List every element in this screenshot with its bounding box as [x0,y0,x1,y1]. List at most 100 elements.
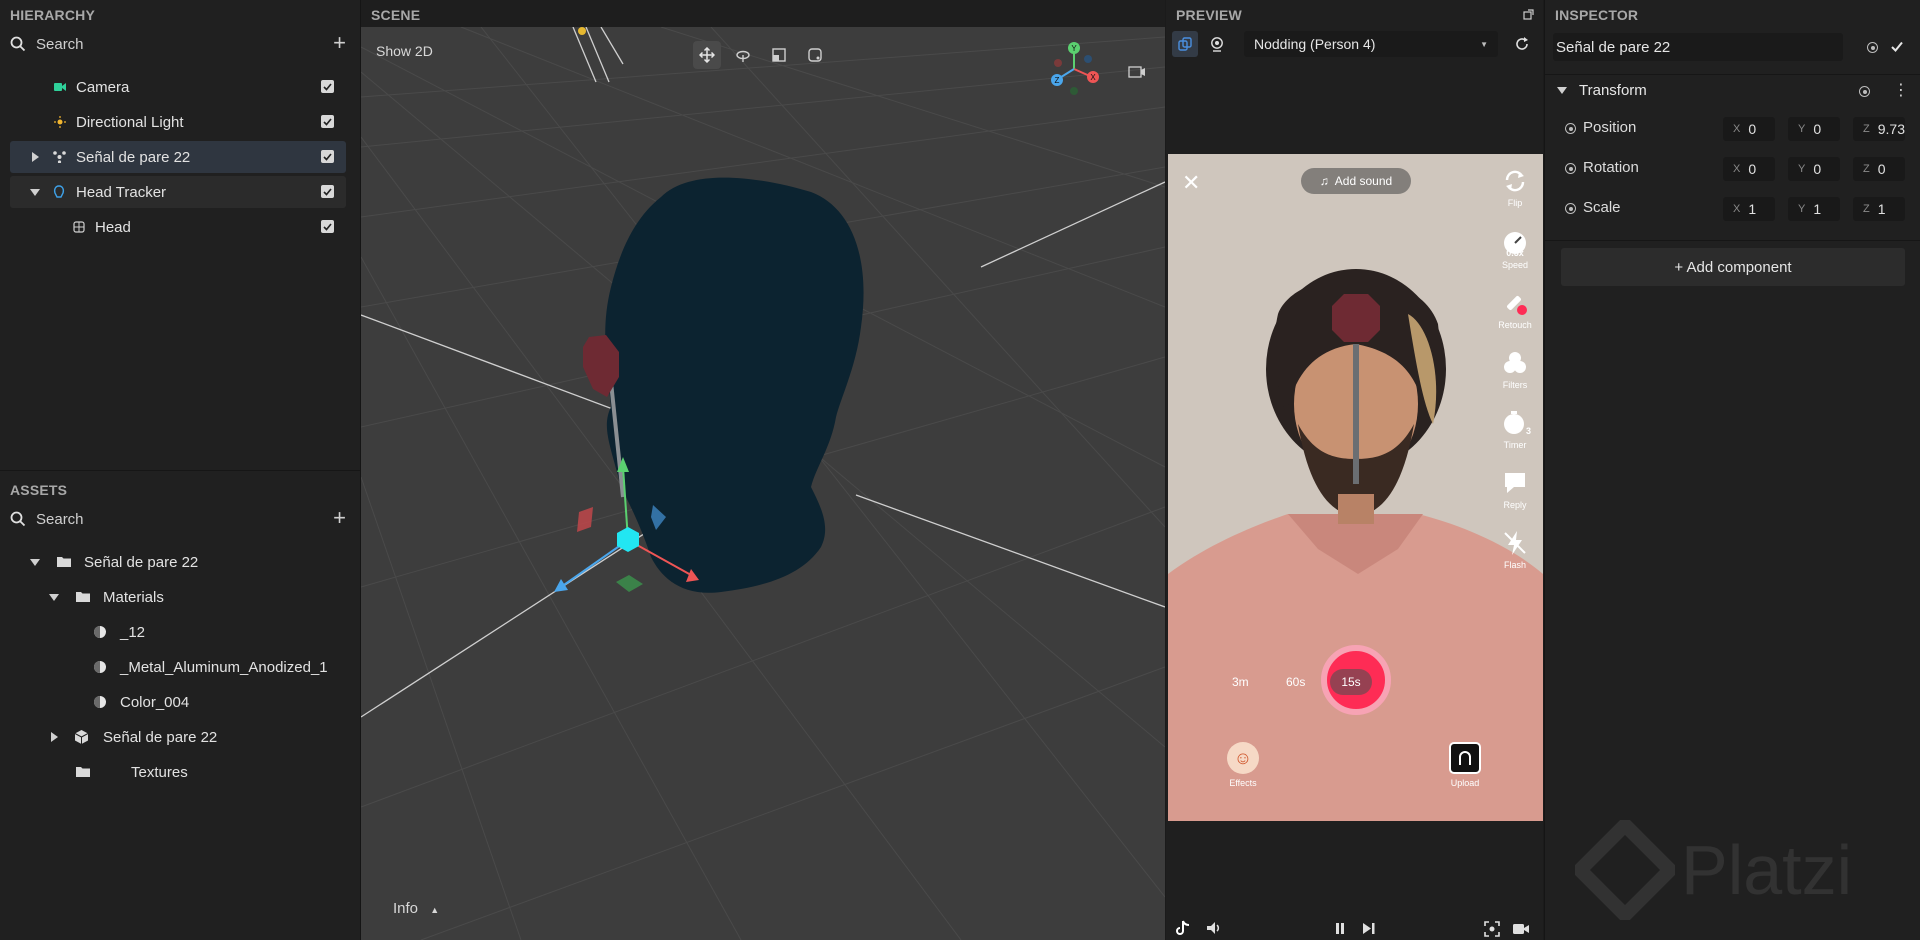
expand-arrow-icon[interactable] [51,732,58,742]
visibility-checkbox[interactable] [321,185,334,198]
assets-search[interactable]: Search + [10,506,350,532]
scale-y-value: 1 [1813,201,1822,217]
refresh-icon[interactable] [1514,36,1530,52]
add-object-button[interactable]: + [333,31,346,55]
asset-folder-textures[interactable]: Textures [10,756,346,788]
transform-target-icon[interactable] [1859,86,1870,97]
hierarchy-search[interactable]: Search + [10,31,350,57]
speed-badge: 0.5x [1506,248,1524,258]
visibility-checkbox[interactable] [321,220,334,233]
move-tool-button[interactable] [693,41,721,69]
screenshot-icon[interactable] [1484,921,1500,937]
more-options-icon[interactable]: ⋮ [1893,80,1909,100]
object-name-field[interactable]: Señal de pare 22 [1553,33,1843,61]
expand-arrow-icon[interactable] [32,152,39,162]
hierarchy-search-input[interactable]: Search [36,36,84,53]
preview-video-value: Nodding (Person 4) [1254,36,1376,52]
rotation-y-input[interactable]: Y0 [1788,157,1840,181]
transform-header[interactable]: Transform [1555,74,1909,106]
hierarchy-item-label: Camera [76,78,130,96]
filters-control[interactable]: Filters [1495,350,1535,390]
retouch-label: Retouch [1498,320,1532,330]
info-toggle[interactable]: Info ▲ [393,900,439,917]
hierarchy-item-head-tracker[interactable]: Head Tracker [10,176,346,208]
hierarchy-item-head[interactable]: Head [10,211,346,243]
add-asset-button[interactable]: + [333,506,346,530]
scale-z-input[interactable]: Z1 [1853,197,1905,221]
scale-x-input[interactable]: X1 [1723,197,1775,221]
collapse-arrow-icon[interactable] [30,559,40,566]
asset-material-metal[interactable]: _Metal_Aluminum_Anodized_1 [10,651,346,683]
preview-video-dropdown[interactable]: Nodding (Person 4) ▼ [1244,31,1498,57]
transform-label: Transform [1579,81,1647,99]
asset-material-12[interactable]: _12 [10,616,346,648]
retouch-control[interactable]: Retouch [1495,290,1535,330]
stop-sign-preview [1332,294,1380,342]
duration-15s[interactable]: 15s [1330,669,1372,695]
check-icon [323,152,332,161]
asset-folder-materials[interactable]: Materials [10,581,346,613]
position-y-input[interactable]: Y0 [1788,117,1840,141]
show-2d-toggle[interactable]: Show 2D [376,43,433,59]
pause-icon[interactable] [1334,922,1346,935]
simulator-mode-button[interactable] [1172,31,1198,57]
camera-view-icon[interactable] [1128,65,1146,79]
asset-folder-senal-de-pare[interactable]: Señal de pare 22 [10,546,346,578]
scene-grid [361,27,1165,940]
hierarchy-item-directional-light[interactable]: Directional Light [10,106,346,138]
position-x-input[interactable]: X0 [1723,117,1775,141]
asset-material-color-004[interactable]: Color_004 [10,686,346,718]
scene-viewport[interactable]: Show 2D Y X Z Info ▲ [361,27,1165,940]
model-cube-icon [75,730,88,744]
check-icon [323,187,332,196]
hierarchy-title: HIERARCHY [10,7,96,23]
rotate-tool-button[interactable] [729,41,757,69]
visibility-checkbox[interactable] [321,80,334,93]
material-icon [94,661,106,673]
collapse-arrow-icon[interactable] [1557,86,1567,94]
visibility-checkbox[interactable] [321,150,334,163]
hierarchy-item-camera[interactable]: Camera [10,71,346,103]
rect-tool-button[interactable] [801,41,829,69]
record-video-icon[interactable] [1512,922,1530,936]
reply-control[interactable]: Reply [1495,470,1535,510]
duration-60s[interactable]: 60s [1286,675,1305,689]
duration-3m[interactable]: 3m [1232,675,1249,689]
rotate-icon [736,50,750,62]
upload-button[interactable]: Upload [1440,742,1490,788]
add-component-button[interactable]: + Add component [1561,248,1905,286]
tiktok-icon[interactable] [1176,920,1190,936]
asset-label: Textures [131,763,188,781]
enable-check-icon[interactable] [1891,41,1903,52]
hierarchy-item-senal-de-pare[interactable]: Señal de pare 22 [10,141,346,173]
webcam-mode-button[interactable] [1204,31,1230,57]
scale-y-input[interactable]: Y1 [1788,197,1840,221]
scene-panel: SCENE Show 2D Y X Z Info ▲ [361,0,1165,940]
effects-button[interactable]: ☺ Effects [1218,742,1268,788]
speed-control[interactable]: 0.5x Speed [1495,230,1535,270]
scale-tool-button[interactable] [765,41,793,69]
asset-model-senal-de-pare[interactable]: Señal de pare 22 [10,721,346,753]
popout-icon[interactable] [1523,9,1534,20]
layer-target-icon[interactable] [1867,42,1878,53]
add-sound-button[interactable]: ♫ Add sound [1301,168,1411,194]
rotation-x-input[interactable]: X0 [1723,157,1775,181]
asset-label: Señal de pare 22 [103,728,218,746]
timer-control[interactable]: 3 Timer [1495,410,1535,450]
flash-control[interactable]: Flash [1495,530,1535,570]
position-z-input[interactable]: Z 9.73 [1853,117,1905,141]
rotation-z-input[interactable]: Z0 [1853,157,1905,181]
check-icon [323,117,332,126]
collapse-arrow-icon[interactable] [49,594,59,601]
inspector-panel: INSPECTOR Señal de pare 22 Transform ⋮ P… [1544,0,1920,940]
record-button[interactable] [1318,796,1394,821]
close-icon[interactable]: ✕ [1182,172,1200,194]
flip-control[interactable]: Flip [1495,168,1535,208]
volume-icon[interactable] [1206,921,1222,935]
collapse-arrow-icon[interactable] [30,189,40,196]
hierarchy-item-label: Head [95,218,131,236]
next-frame-icon[interactable] [1362,922,1376,935]
orientation-gizmo[interactable]: Y X Z [1044,39,1104,99]
assets-search-input[interactable]: Search [36,511,84,528]
visibility-checkbox[interactable] [321,115,334,128]
